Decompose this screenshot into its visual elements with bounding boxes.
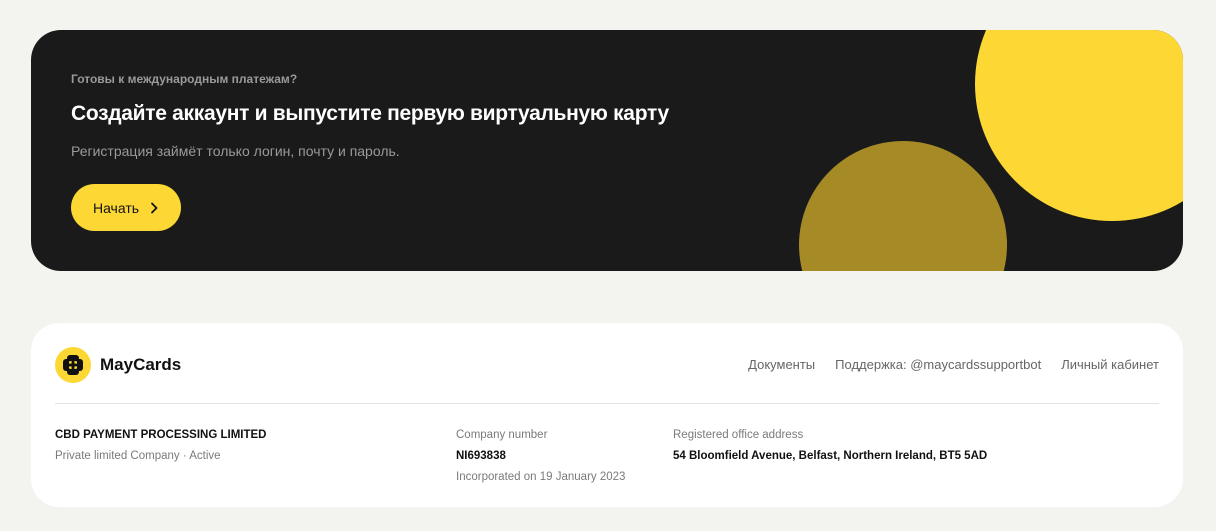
incorporation-date: Incorporated on 19 January 2023 [456, 471, 626, 483]
start-button-label: Начать [92, 199, 140, 216]
site-footer: MayCards Документы Поддержка: @maycardss… [31, 323, 1183, 507]
office-address-label: Registered office address [673, 429, 804, 441]
nav-link-documents[interactable]: Документы [748, 357, 815, 372]
nav-link-support[interactable]: Поддержка: @maycardssupportbot [835, 357, 1041, 372]
nav-link-account[interactable]: Личный кабинет [1061, 357, 1159, 372]
company-name: CBD PAYMENT PROCESSING LIMITED [55, 429, 267, 441]
brand-logo[interactable]: MayCards [55, 347, 181, 383]
office-address: Registered office address 54 Bloomfield … [673, 425, 987, 467]
maycards-logo-icon [55, 347, 91, 383]
promo-banner: Готовы к международным платежам? Создайт… [31, 30, 1183, 271]
brand-name: MayCards [100, 355, 182, 374]
company-registration: Company number NI693838 Incorporated on … [456, 425, 625, 488]
decorative-circle-medium [799, 141, 1007, 271]
office-address-value: 54 Bloomfield Avenue, Belfast, Northern … [673, 450, 988, 462]
company-number-label: Company number [456, 429, 548, 441]
chevron-right-icon [151, 202, 158, 213]
footer-nav: Документы Поддержка: @maycardssupportbot… [748, 357, 1159, 372]
company-status: Private limited Company · Active [55, 450, 221, 462]
start-button[interactable]: Начать [71, 184, 181, 231]
company-number: NI693838 [456, 450, 506, 462]
company-info: CBD PAYMENT PROCESSING LIMITED Private l… [55, 425, 267, 467]
promo-title: Создайте аккаунт и выпустите первую вирт… [71, 102, 669, 125]
decorative-circle-large [975, 30, 1183, 221]
footer-divider [55, 403, 1159, 404]
promo-kicker: Готовы к международным платежам? [71, 72, 298, 86]
promo-subtitle: Регистрация займёт только логин, почту и… [71, 143, 400, 159]
